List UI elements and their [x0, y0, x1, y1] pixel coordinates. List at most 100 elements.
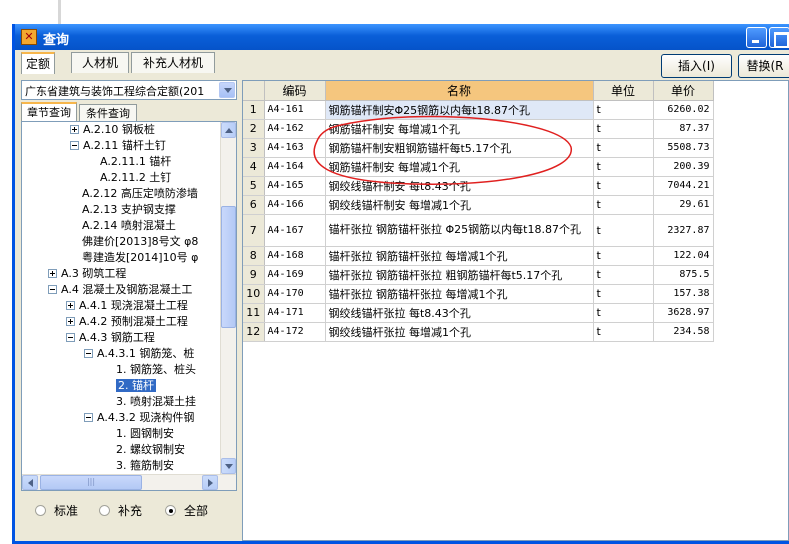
radio-supplementary[interactable]: 补充	[99, 502, 142, 520]
table-row[interactable]: 3 A4-163 钢筋锚杆制安粗钢筋锚杆每t5.17个孔 t 5508.73	[243, 138, 714, 158]
insert-button[interactable]: 插入(I)	[661, 54, 732, 78]
header-name[interactable]: 名称	[325, 81, 594, 101]
tab-chapter-query[interactable]: 章节查询	[21, 102, 77, 122]
tab-labor-material-machine[interactable]: 人材机	[71, 52, 129, 73]
code-cell: A4-162	[264, 119, 326, 139]
radio-standard[interactable]: 标准	[35, 502, 78, 520]
vertical-scroll-thumb[interactable]	[221, 206, 236, 328]
tree-node-label: A.3 砌筑工程	[61, 267, 127, 280]
header-unit[interactable]: 单位	[593, 81, 654, 101]
tree-node[interactable]: A.2.11.1 锚杆	[100, 154, 171, 170]
collapse-minus-icon[interactable]	[48, 284, 57, 294]
header-code[interactable]: 编码	[264, 81, 326, 101]
price-cell: 87.37	[653, 119, 714, 139]
row-number-cell: 11	[243, 303, 265, 323]
tree-vertical-scrollbar[interactable]	[220, 122, 236, 474]
tree-node[interactable]: A.2.11.2 土钉	[100, 170, 171, 186]
replace-button[interactable]: 替换(R	[738, 54, 789, 78]
table-row[interactable]: 10 A4-170 锚杆张拉 钢筋锚杆张拉 每增减1个孔 t 157.38	[243, 284, 714, 304]
header-rownum[interactable]	[243, 81, 265, 101]
tree-node[interactable]: 粤建造发[2014]10号 φ	[82, 250, 198, 266]
table-row[interactable]: 2 A4-162 钢筋锚杆制安 每增减1个孔 t 87.37	[243, 119, 714, 139]
tree-node[interactable]: A.4.2 预制混凝土工程	[66, 314, 188, 330]
unit-cell: t	[593, 176, 654, 196]
minimize-button[interactable]	[746, 27, 767, 48]
background-divider	[58, 0, 61, 24]
scroll-left-arrow-icon[interactable]	[22, 475, 38, 490]
radio-all-circle[interactable]	[165, 505, 176, 516]
maximize-button[interactable]	[769, 27, 789, 48]
scroll-up-arrow-icon[interactable]	[221, 122, 236, 138]
scroll-right-arrow-icon[interactable]	[202, 475, 218, 490]
horizontal-scroll-thumb[interactable]: |||	[40, 475, 142, 490]
table-row[interactable]: 8 A4-168 锚杆张拉 钢筋锚杆张拉 每增减1个孔 t 122.04	[243, 246, 714, 266]
expand-plus-icon[interactable]	[70, 124, 79, 134]
header-price[interactable]: 单价	[653, 81, 714, 101]
collapse-minus-icon[interactable]	[84, 348, 93, 358]
expand-plus-icon[interactable]	[66, 316, 75, 326]
radio-supplementary-circle[interactable]	[99, 505, 110, 516]
tree-node[interactable]: A.2.11 锚杆土钉	[70, 138, 166, 154]
scroll-down-arrow-icon[interactable]	[221, 458, 236, 474]
unit-cell: t	[593, 138, 654, 158]
code-cell: A4-169	[264, 265, 326, 285]
expand-plus-icon[interactable]	[66, 300, 75, 310]
collapse-minus-icon[interactable]	[66, 332, 75, 342]
code-cell: A4-165	[264, 176, 326, 196]
tree-node[interactable]: A.4.1 现浇混凝土工程	[66, 298, 188, 314]
row-number-cell: 8	[243, 246, 265, 266]
filter-radio-group: 标准 补充 全部	[21, 502, 241, 522]
tree-node[interactable]: 3. 喷射混凝土挂	[116, 394, 196, 410]
table-row[interactable]: 4 A4-164 钢筋锚杆制安 每增减1个孔 t 200.39	[243, 157, 714, 177]
expand-plus-icon[interactable]	[48, 268, 57, 278]
collapse-minus-icon[interactable]	[70, 140, 79, 150]
tree-node[interactable]: 佛建价[2013]8号文 φ8	[82, 234, 198, 250]
table-row[interactable]: 11 A4-171 钢绞线锚杆张拉 每t8.43个孔 t 3628.97	[243, 303, 714, 323]
table-row[interactable]: 9 A4-169 锚杆张拉 钢筋锚杆张拉 粗钢筋锚杆每t5.17个孔 t 875.5	[243, 265, 714, 285]
tab-condition-query[interactable]: 条件查询	[79, 104, 137, 122]
tree-node[interactable]: 2. 锚杆	[116, 378, 156, 394]
tree-node[interactable]: A.4.3 钢筋工程	[66, 330, 155, 346]
collapse-minus-icon[interactable]	[84, 412, 93, 422]
name-cell: 锚杆张拉 钢筋锚杆张拉 Φ25钢筋以内每t18.87个孔	[325, 214, 594, 247]
price-cell: 7044.21	[653, 176, 714, 196]
tree-horizontal-scrollbar[interactable]: |||	[22, 474, 236, 490]
radio-all[interactable]: 全部	[165, 502, 208, 520]
title-bar[interactable]: ✕ 查询	[15, 24, 789, 50]
table-row[interactable]: 12 A4-172 钢绞线锚杆张拉 每增减1个孔 t 234.58	[243, 322, 714, 342]
tree-node[interactable]: 2. 螺纹钢制安	[116, 442, 185, 458]
tree-node[interactable]: 1. 钢筋笼、桩头	[116, 362, 196, 378]
tab-supplementary-labor-material-machine[interactable]: 补充人材机	[131, 52, 215, 73]
name-cell: 钢筋锚杆制安粗钢筋锚杆每t5.17个孔	[325, 138, 594, 158]
tab-quota[interactable]: 定额	[21, 52, 55, 74]
name-cell: 钢绞线锚杆制安 每t8.43个孔	[325, 176, 594, 196]
tree-node[interactable]: A.2.10 钢板桩	[70, 122, 155, 138]
tree-node[interactable]: 1. 圆钢制安	[116, 426, 174, 442]
tree-node[interactable]: A.4.3.2 现浇构件钢	[84, 410, 194, 426]
radio-standard-circle[interactable]	[35, 505, 46, 516]
table-row[interactable]: 6 A4-166 钢绞线锚杆制安 每增减1个孔 t 29.61	[243, 195, 714, 215]
desktop-background	[0, 0, 789, 24]
tree-node[interactable]: A.2.12 高压定喷防渗墙	[82, 186, 198, 202]
table-row[interactable]: 7 A4-167 锚杆张拉 钢筋锚杆张拉 Φ25钢筋以内每t18.87个孔 t 2327…	[243, 214, 714, 247]
quota-library-select[interactable]: 广东省建筑与装饰工程综合定额(201	[21, 80, 237, 100]
tree-node-label: 3. 箍筋制安	[116, 459, 174, 472]
tree-node[interactable]: A.2.13 支护钢支撑	[82, 202, 176, 218]
tree-node[interactable]: A.4.3.1 钢筋笼、桩	[84, 346, 194, 362]
table-row[interactable]: 1 A4-161 钢筋锚杆制安Φ25钢筋以内每t18.87个孔 t 6260.02	[243, 100, 714, 120]
unit-cell: t	[593, 214, 654, 247]
app-icon: ✕	[21, 29, 37, 45]
tree-node-label: 3. 喷射混凝土挂	[116, 395, 196, 408]
unit-cell: t	[593, 195, 654, 215]
chevron-down-icon[interactable]	[219, 82, 235, 98]
tree-node[interactable]: 3. 箍筋制安	[116, 458, 174, 474]
tree-node[interactable]: A.3 砌筑工程	[48, 266, 126, 282]
row-number-cell: 10	[243, 284, 265, 304]
tree-node[interactable]: A.2.14 喷射混凝土	[82, 218, 176, 234]
name-cell: 钢绞线锚杆张拉 每t8.43个孔	[325, 303, 594, 323]
table-row[interactable]: 5 A4-165 钢绞线锚杆制安 每t8.43个孔 t 7044.21	[243, 176, 714, 196]
tree-node-label: 1. 钢筋笼、桩头	[116, 363, 196, 376]
unit-cell: t	[593, 119, 654, 139]
tree-node[interactable]: A.4 混凝土及钢筋混凝土工	[48, 282, 192, 298]
chapter-tree[interactable]: A.2.10 钢板桩 A.2.11 锚杆土钉 A.2.11.1 锚杆 A.2.11.2…	[21, 121, 237, 491]
